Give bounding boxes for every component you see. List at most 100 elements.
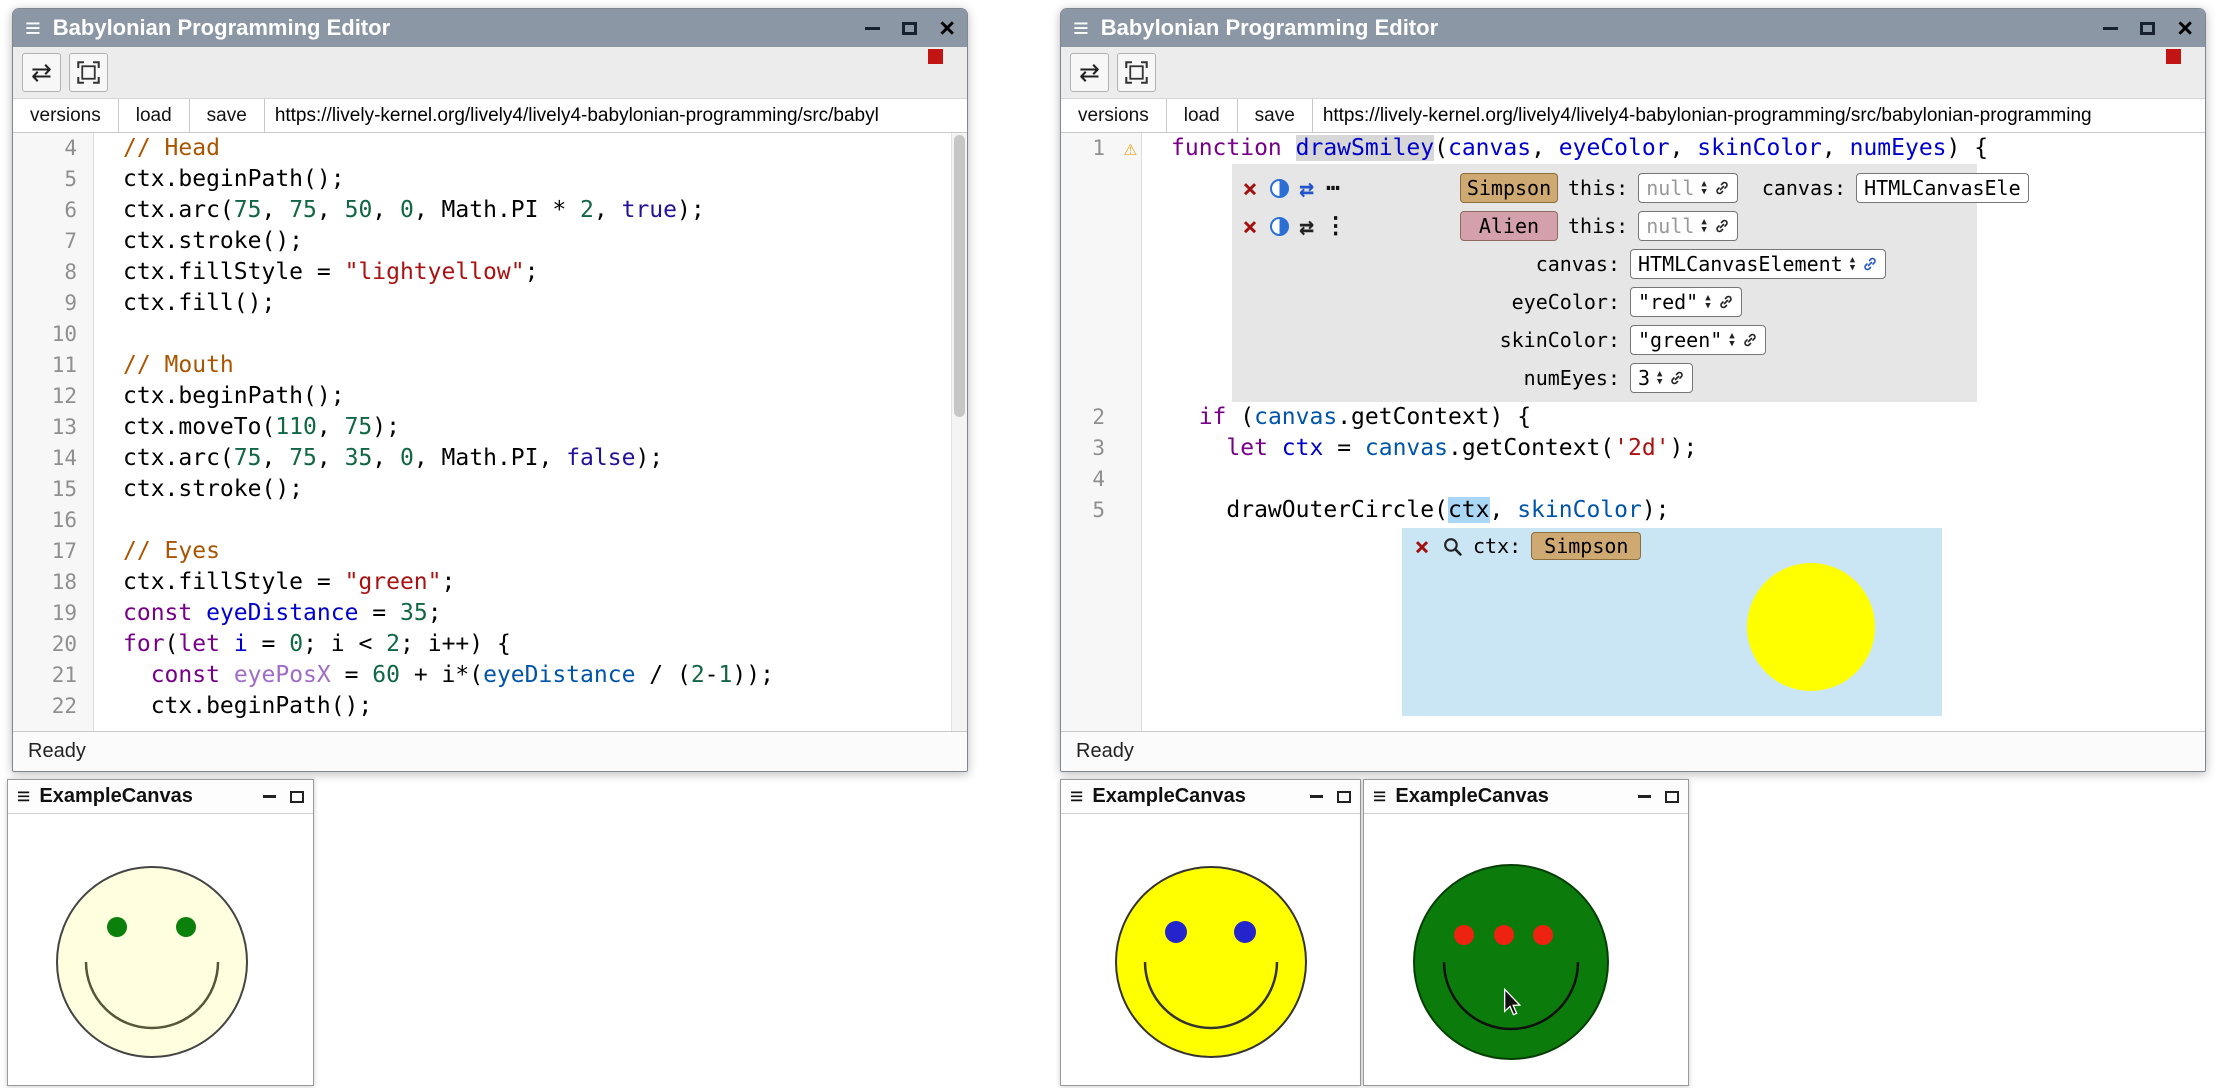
stepper-icon[interactable]: ▲▼ [1657,370,1662,386]
code-line[interactable]: 8ctx.fillStyle = "lightyellow"; [13,257,967,288]
link-icon[interactable] [1742,332,1758,348]
warning-icon[interactable]: ⚠ [1124,133,1137,164]
code-line[interactable]: 12ctx.beginPath(); [13,381,967,412]
maximize-button[interactable] [1337,791,1351,803]
url-field[interactable]: https://lively-kernel.org/lively4/lively… [265,99,967,132]
menu-icon[interactable]: ≡ [17,785,30,808]
titlebar[interactable]: ≡ Babylonian Programming Editor × [1061,9,2205,47]
code-line[interactable]: 1⚠function drawSmiley(canvas, eyeColor, … [1061,133,2205,164]
code-line[interactable]: 5ctx.beginPath(); [13,164,967,195]
save-button[interactable]: save [190,99,265,132]
swap-button[interactable]: ⇄ [22,53,61,92]
maximize-button[interactable] [290,791,304,803]
param-value-box[interactable]: HTMLCanvasEle [1856,173,2029,203]
code-line[interactable]: 9ctx.fill(); [13,288,967,319]
maximize-button[interactable] [902,22,917,35]
code-line[interactable]: 15ctx.stroke(); [13,474,967,505]
link-icon[interactable] [1862,256,1878,272]
example-name-badge[interactable]: Simpson [1460,173,1558,203]
code-line[interactable]: 18ctx.fillStyle = "green"; [13,567,967,598]
code-editor[interactable]: 1⚠function drawSmiley(canvas, eyeColor, … [1061,133,2205,731]
menu-icon[interactable]: ≡ [25,15,41,42]
link-icon[interactable] [1714,218,1730,234]
delete-example-icon[interactable]: × [1240,214,1260,239]
window-title: Babylonian Programming Editor [53,15,853,41]
delete-example-icon[interactable]: × [1240,176,1260,201]
link-icon[interactable] [1714,180,1730,196]
minimize-button[interactable] [865,27,880,30]
code-line[interactable]: 17// Eyes [13,536,967,567]
param-value-box[interactable]: null ▲▼ [1638,173,1738,203]
swap-button[interactable]: ⇄ [1070,53,1109,92]
toggle-example-icon[interactable] [1270,179,1289,198]
url-field[interactable]: https://lively-kernel.org/lively4/lively… [1313,99,2205,132]
select-region-button[interactable] [1117,53,1156,92]
scrollbar[interactable] [951,133,967,731]
minimize-button[interactable] [263,795,276,798]
minimize-button[interactable] [1638,795,1651,798]
param-value-box[interactable]: 3 ▲▼ [1630,363,1693,393]
menu-icon[interactable]: ≡ [1073,15,1089,42]
titlebar[interactable]: ≡ ExampleCanvas [8,780,313,814]
code-line[interactable]: 14ctx.arc(75, 75, 35, 0, Math.PI, false)… [13,443,967,474]
param-value-box[interactable]: null ▲▼ [1638,211,1738,241]
stepper-icon[interactable]: ▲▼ [1701,180,1706,196]
code-line[interactable]: 22 ctx.beginPath(); [13,691,967,722]
titlebar[interactable]: ≡ ExampleCanvas [1364,780,1688,814]
probe-example-badge[interactable]: Simpson [1531,532,1641,560]
titlebar[interactable]: ≡ Babylonian Programming Editor × [13,9,967,47]
swap-example-icon[interactable]: ⇄ [1299,176,1314,201]
close-button[interactable]: × [2177,15,2193,42]
code-line[interactable]: 19const eyeDistance = 35; [13,598,967,629]
versions-button[interactable]: versions [13,99,119,132]
code-line[interactable]: 4 [1061,464,2205,495]
load-button[interactable]: load [119,99,190,132]
code-line[interactable]: 16 [13,505,967,536]
maximize-button[interactable] [2140,22,2155,35]
stepper-icon[interactable]: ▲▼ [1850,256,1855,272]
code-line[interactable]: 10 [13,319,967,350]
example-name-badge[interactable]: Alien [1460,211,1558,241]
param-value-box[interactable]: "green" ▲▼ [1630,325,1766,355]
code-line[interactable]: 20for(let i = 0; i < 2; i++) { [13,629,967,660]
maximize-button[interactable] [1665,791,1679,803]
code-line[interactable]: 21 const eyePosX = 60 + i*(eyeDistance /… [13,660,967,691]
menu-icon[interactable]: ≡ [1373,785,1386,808]
close-button[interactable]: × [939,15,955,42]
link-icon[interactable] [1718,294,1734,310]
stepper-icon[interactable]: ▲▼ [1729,332,1734,348]
code-line[interactable]: 7ctx.stroke(); [13,226,967,257]
status-bar: Ready [13,731,967,771]
load-button[interactable]: load [1167,99,1238,132]
delete-probe-icon[interactable]: × [1412,534,1432,559]
scrollbar-thumb[interactable] [954,135,965,417]
toggle-example-icon[interactable] [1270,217,1289,236]
swap-example-icon[interactable]: ⇄ [1299,214,1314,239]
param-value-box[interactable]: "red" ▲▼ [1630,287,1742,317]
code-line[interactable]: 6ctx.arc(75, 75, 50, 0, Math.PI * 2, tru… [13,195,967,226]
magnifier-icon[interactable] [1442,536,1463,557]
code-line[interactable]: 5 drawOuterCircle(ctx, skinColor); [1061,495,2205,526]
example-canvas-window-3: ≡ ExampleCanvas [1363,779,1689,1086]
param-value-box[interactable]: HTMLCanvasElement ▲▼ [1630,249,1886,279]
menu-icon[interactable]: ≡ [1070,785,1083,808]
titlebar[interactable]: ≡ ExampleCanvas [1061,780,1360,814]
code-line[interactable]: 13ctx.moveTo(110, 75); [13,412,967,443]
stepper-icon[interactable]: ▲▼ [1701,218,1706,234]
code-editor[interactable]: 4// Head5ctx.beginPath();6ctx.arc(75, 75… [13,133,967,731]
select-region-button[interactable] [69,53,108,92]
code-line[interactable]: 3 let ctx = canvas.getContext('2d'); [1061,433,2205,464]
more-options-icon[interactable]: ⋮ [1324,213,1342,239]
save-button[interactable]: save [1238,99,1313,132]
more-options-icon[interactable]: ⋯ [1324,175,1342,201]
code-line[interactable]: 2 if (canvas.getContext) { [1061,402,2205,433]
code-line[interactable]: 4// Head [13,133,967,164]
code-line[interactable]: 11// Mouth [13,350,967,381]
stepper-icon[interactable]: ▲▼ [1705,294,1710,310]
link-icon[interactable] [1669,370,1685,386]
smiley-lightyellow [8,814,313,1085]
minimize-button[interactable] [1310,795,1323,798]
versions-button[interactable]: versions [1061,99,1167,132]
probe-row: × ctx: Simpson [1412,532,1641,560]
minimize-button[interactable] [2103,27,2118,30]
